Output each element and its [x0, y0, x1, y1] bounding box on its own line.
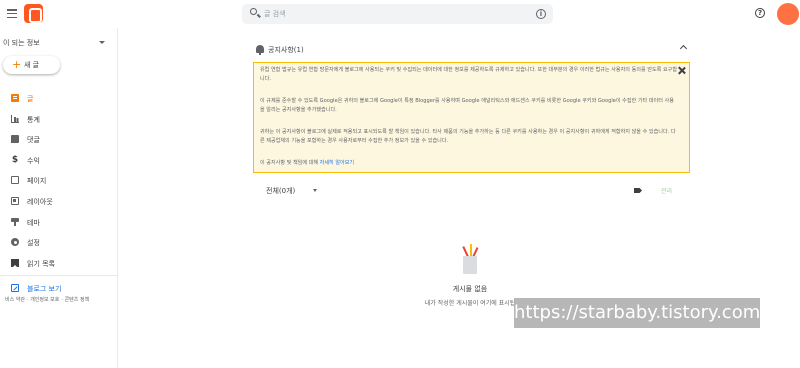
sidebar-item-label: 댓글	[27, 136, 40, 145]
avatar[interactable]	[777, 3, 799, 25]
chevron-up-icon[interactable]	[679, 44, 688, 53]
sidebar-item-stats[interactable]: 통계	[0, 109, 118, 130]
sidebar-item-label: 읽기 목록	[27, 259, 55, 268]
notice-title: 공지사항(1)	[268, 46, 304, 54]
dollar-icon: $	[11, 154, 19, 165]
notice-paragraph: 유럽 연합 법규는 유럽 연합 방문자에게 블로그에 사용되는 쿠키 및 수집되…	[260, 67, 678, 82]
search-input[interactable]	[264, 6, 514, 22]
notice-paragraph: 이 규제를 준수할 수 있도록 Google은 귀하의 블로그에 Google이…	[260, 98, 674, 113]
post-icon	[11, 94, 19, 102]
chevron-down-icon[interactable]	[313, 189, 317, 192]
manage-button[interactable]: 관리	[661, 186, 672, 195]
notice-paragraph: 귀하는 이 공지사항이 블로그에 실제로 적용되고 표시되도록 할 책임이 있습…	[260, 129, 676, 144]
comment-icon	[11, 135, 19, 144]
sidebar-nav: 글 통계 댓글 $ 수익 페이지 레이아웃 테마 설정 읽기 목록 블로그 보기	[0, 88, 118, 299]
view-blog-label: 블로그 보기	[27, 285, 62, 294]
sidebar-item-label: 수익	[27, 156, 40, 165]
sidebar-item-label: 페이지	[27, 177, 47, 186]
sidebar-item-reading-list[interactable]: 읽기 목록	[0, 253, 118, 274]
footer-link-privacy[interactable]: 개인정보 보호	[30, 297, 59, 303]
search-box[interactable]: i	[242, 4, 553, 24]
sidebar-item-settings[interactable]: 설정	[0, 232, 118, 253]
sidebar-item-pages[interactable]: 페이지	[0, 170, 118, 191]
close-icon[interactable]	[678, 66, 686, 74]
sidebar-item-label: 통계	[27, 115, 40, 124]
sidebar-item-label: 글	[27, 95, 34, 103]
learn-more-link[interactable]: 자세히 알아보기	[320, 160, 354, 166]
theme-icon	[11, 217, 19, 226]
footer-link-content-policy[interactable]: 콘텐츠 정책	[65, 297, 90, 303]
notice-text: 이 공지사항 및 책임에 대해	[260, 160, 320, 166]
sidebar-item-label: 레이아웃	[27, 197, 53, 206]
new-post-label: 새 글	[24, 61, 40, 69]
reading-list-icon	[11, 258, 19, 267]
footer-links: 비스 약관 · 개인정보 보호 · 콘텐츠 정책	[5, 297, 90, 303]
blog-name: 이 되는 정보	[3, 39, 40, 47]
label-icon[interactable]	[634, 188, 642, 193]
stats-icon	[11, 114, 19, 123]
footer-link-terms[interactable]: 비스 약관	[5, 297, 25, 303]
pencil-cup-icon	[458, 244, 482, 274]
layout-icon	[11, 196, 19, 205]
sidebar-item-label: 설정	[27, 239, 40, 248]
chevron-down-icon	[99, 41, 105, 44]
search-icon[interactable]	[250, 8, 257, 15]
sidebar-item-layout[interactable]: 레이아웃	[0, 191, 118, 212]
sidebar-item-theme[interactable]: 테마	[0, 212, 118, 233]
watermark: https://starbaby.tistory.com	[514, 298, 760, 328]
pages-icon	[11, 176, 19, 185]
settings-icon	[11, 238, 19, 247]
sidebar: 이 되는 정보 + 새 글 글 통계 댓글 $ 수익 페이지 레이아웃 테마 설…	[0, 28, 118, 368]
menu-icon[interactable]	[7, 7, 17, 19]
help-icon[interactable]: ?	[755, 8, 765, 18]
top-bar: i ?	[0, 0, 800, 28]
empty-title: 게시물 없음	[452, 285, 488, 293]
open-in-new-icon	[11, 284, 19, 293]
sidebar-item-label: 테마	[27, 218, 40, 227]
sidebar-item-comments[interactable]: 댓글	[0, 129, 118, 150]
blogger-logo[interactable]	[24, 4, 43, 23]
info-icon[interactable]: i	[536, 9, 546, 19]
notice-box: 유럽 연합 법규는 유럽 연합 방문자에게 블로그에 사용되는 쿠키 및 수집되…	[253, 62, 690, 173]
divider	[0, 275, 118, 277]
notice-paragraph-last: 이 공지사항 및 책임에 대해 자세히 알아보기	[260, 159, 678, 168]
new-post-button[interactable]: + 새 글	[3, 56, 60, 74]
sidebar-item-earnings[interactable]: $ 수익	[0, 150, 118, 171]
blog-selector[interactable]: 이 되는 정보	[0, 36, 112, 50]
plus-icon: +	[12, 58, 22, 71]
sidebar-item-posts[interactable]: 글	[0, 88, 118, 109]
notice-header[interactable]: 공지사항(1)	[253, 40, 690, 58]
post-filter-select[interactable]: 전체(0개)	[266, 186, 295, 196]
filter-row: 전체(0개) 관리	[253, 182, 690, 200]
bell-icon	[256, 45, 264, 55]
